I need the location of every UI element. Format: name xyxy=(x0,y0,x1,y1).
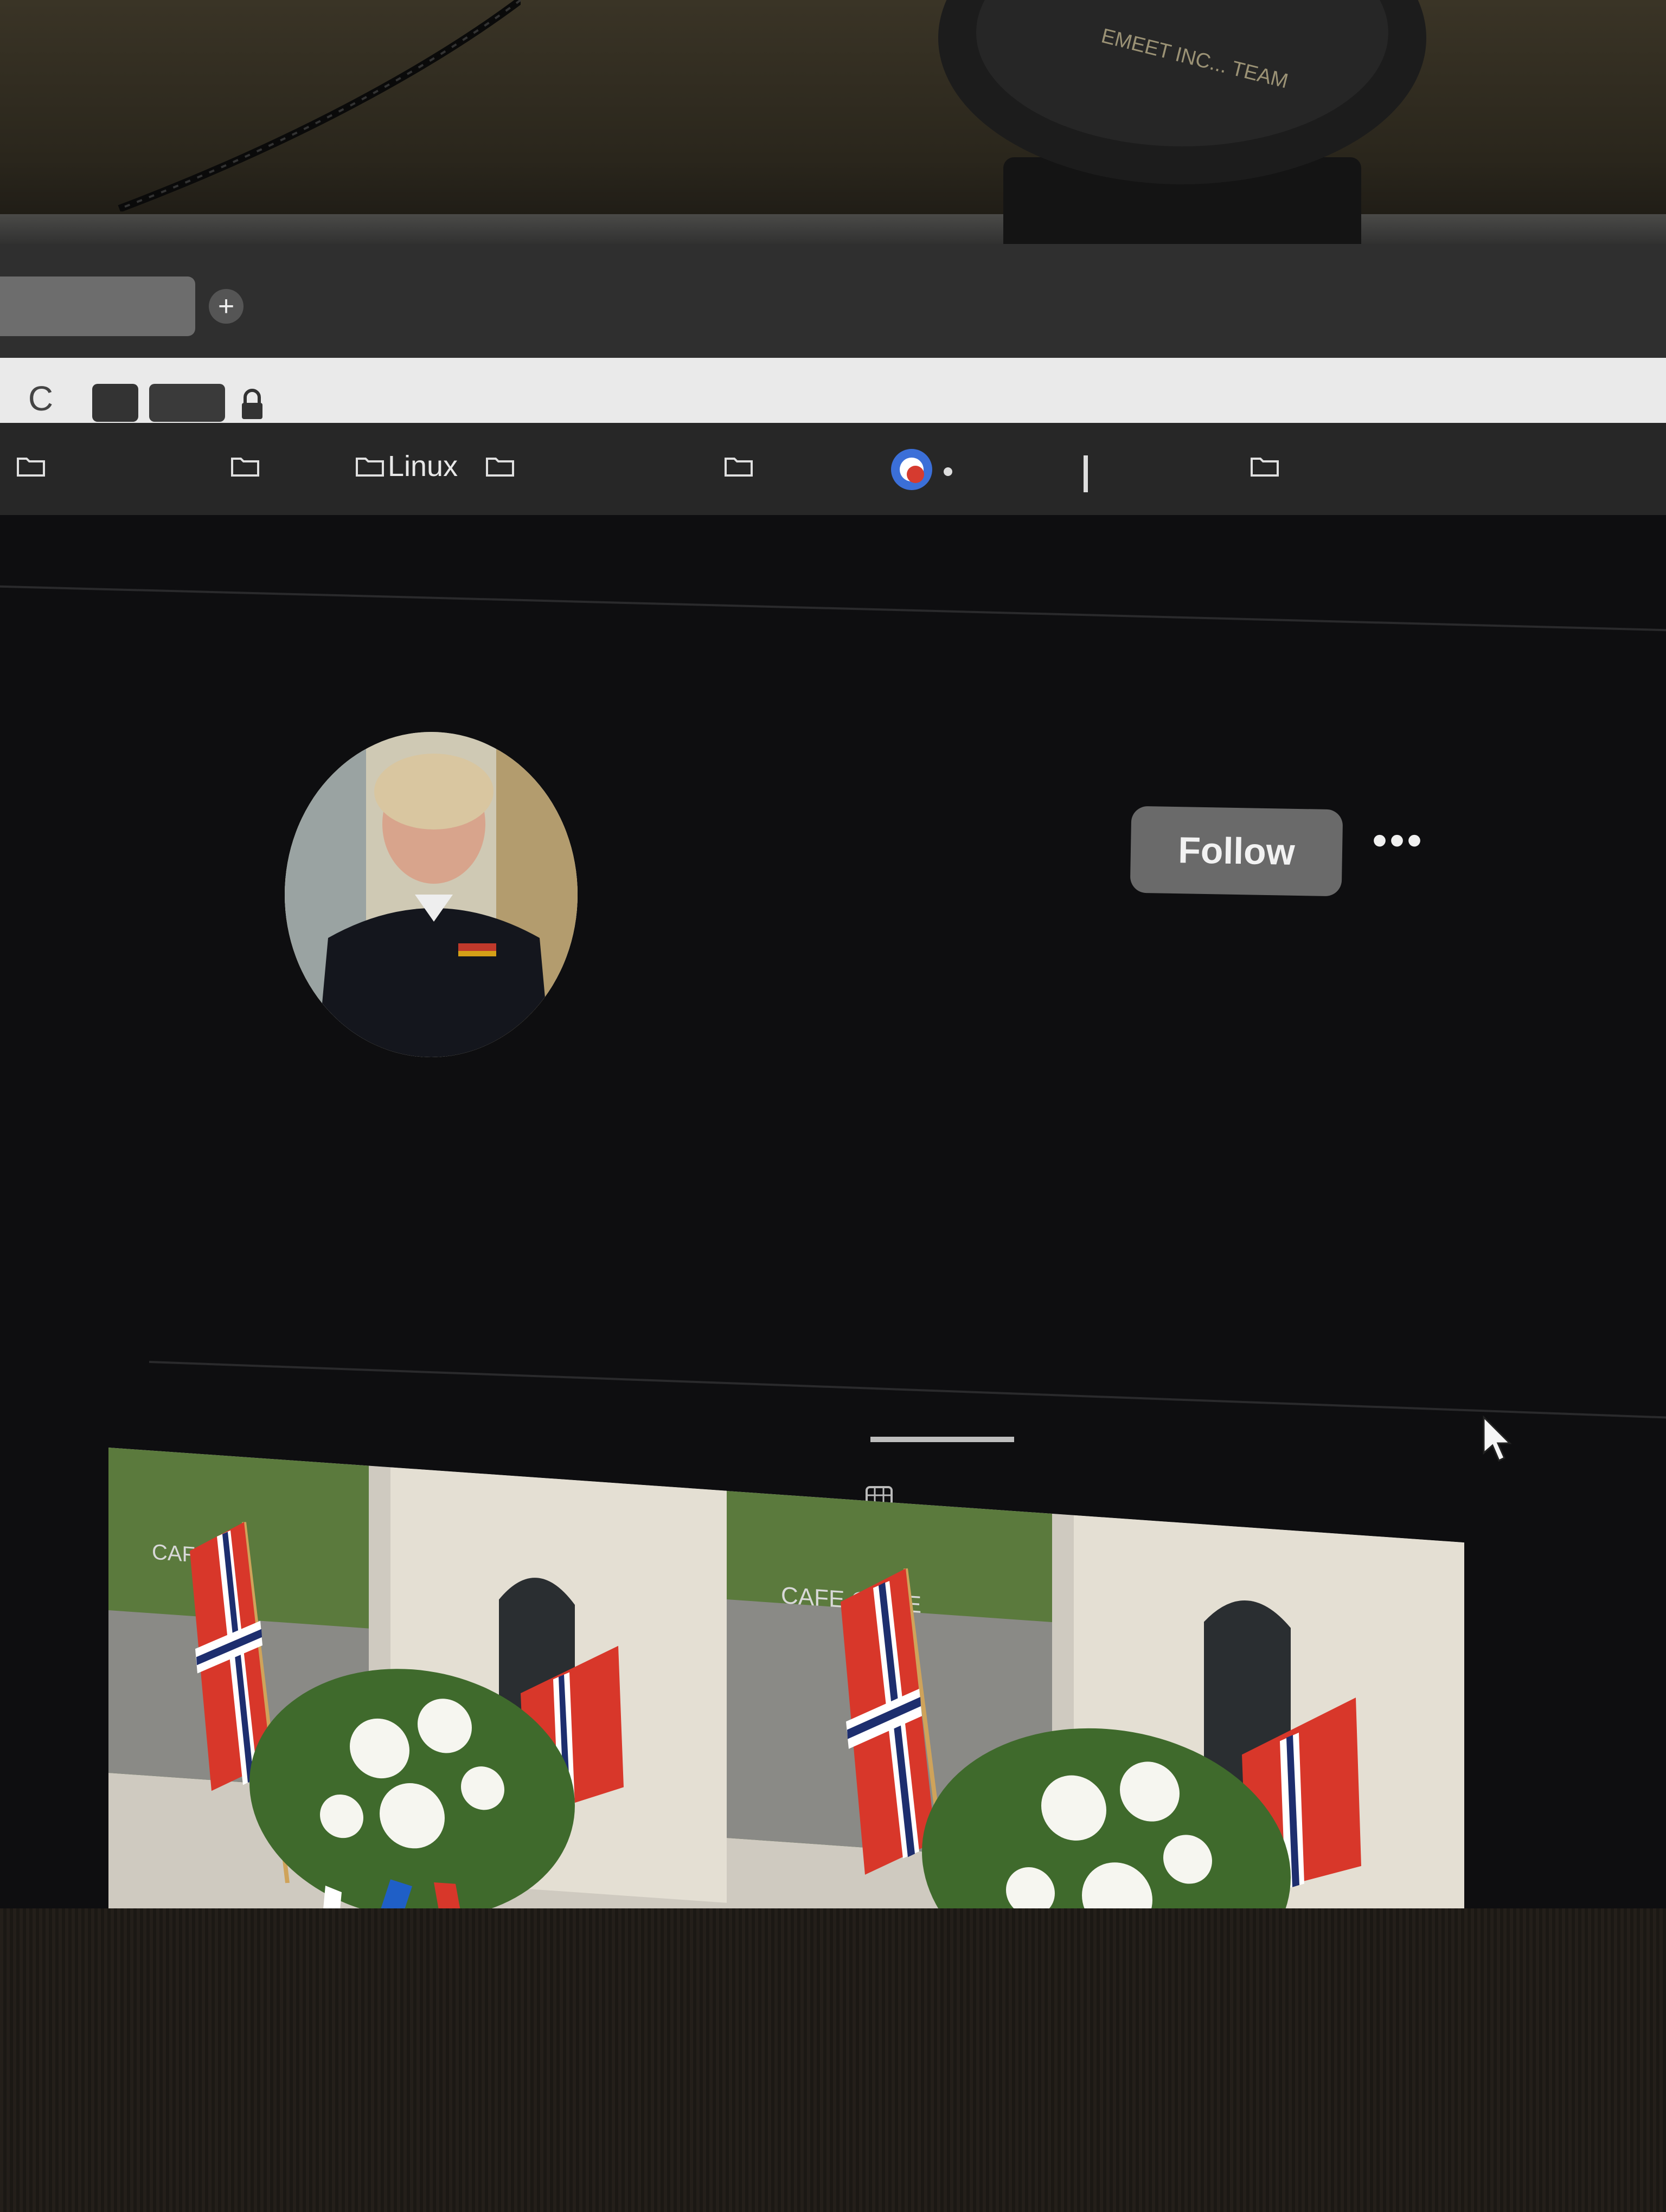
header-divider xyxy=(0,585,1666,632)
folder-icon xyxy=(356,458,384,477)
posts-tab-indicator xyxy=(870,1437,1014,1442)
folder-icon xyxy=(1251,458,1279,477)
tabs-divider xyxy=(149,1361,1666,1419)
post-photo: CAFE xyxy=(108,1448,727,1931)
bookmark-folder[interactable] xyxy=(724,447,753,485)
new-tab-button[interactable]: + xyxy=(209,289,244,324)
folder-icon xyxy=(17,458,45,477)
webcam-cable xyxy=(118,0,521,211)
lock-icon[interactable] xyxy=(239,388,266,420)
bookmark-dot xyxy=(944,467,952,476)
bookmark-folder[interactable] xyxy=(485,447,515,485)
bookmark-label: Linux xyxy=(388,450,458,483)
profile-page: Follow ••• CAFE CAFE xyxy=(0,515,1666,1931)
bookmarks-separator xyxy=(1084,455,1088,492)
mouse-cursor-icon xyxy=(1483,1415,1512,1462)
reload-icon[interactable]: C xyxy=(22,380,60,417)
posts-grid: CAFE CAFE xyxy=(108,1448,1464,1931)
browser-tab-active[interactable] xyxy=(0,276,195,336)
post-photo: CAFE ORGE xyxy=(727,1491,1464,1931)
url-redacted-block xyxy=(92,384,138,422)
folder-icon xyxy=(725,458,753,477)
follow-button[interactable]: Follow xyxy=(1130,806,1343,897)
browser-tab-strip: + xyxy=(0,244,1666,358)
bookmarks-bar: Linux xyxy=(0,423,1666,515)
monitor-screen: + C Linux Follow ••• CAFE CAFE xyxy=(0,244,1666,1946)
google-account-icon[interactable] xyxy=(889,447,934,492)
url-redacted-block xyxy=(149,384,225,422)
bookmark-folder[interactable] xyxy=(1250,447,1279,485)
bookmark-folder[interactable] xyxy=(16,447,46,485)
more-options-icon[interactable]: ••• xyxy=(1372,819,1432,862)
avatar-photo xyxy=(285,732,578,1057)
post-thumbnail[interactable]: CAFE ORGE xyxy=(727,1491,1464,1931)
folder-icon xyxy=(486,458,514,477)
folder-icon xyxy=(231,458,259,477)
bookmark-folder-linux[interactable]: Linux xyxy=(355,447,458,485)
webcam: EMEET INC... TEAM xyxy=(938,0,1426,255)
desk-surface xyxy=(0,1908,1666,2212)
post-thumbnail[interactable]: CAFE xyxy=(108,1448,727,1931)
profile-avatar[interactable] xyxy=(285,732,578,1057)
bookmark-folder[interactable] xyxy=(230,447,260,485)
